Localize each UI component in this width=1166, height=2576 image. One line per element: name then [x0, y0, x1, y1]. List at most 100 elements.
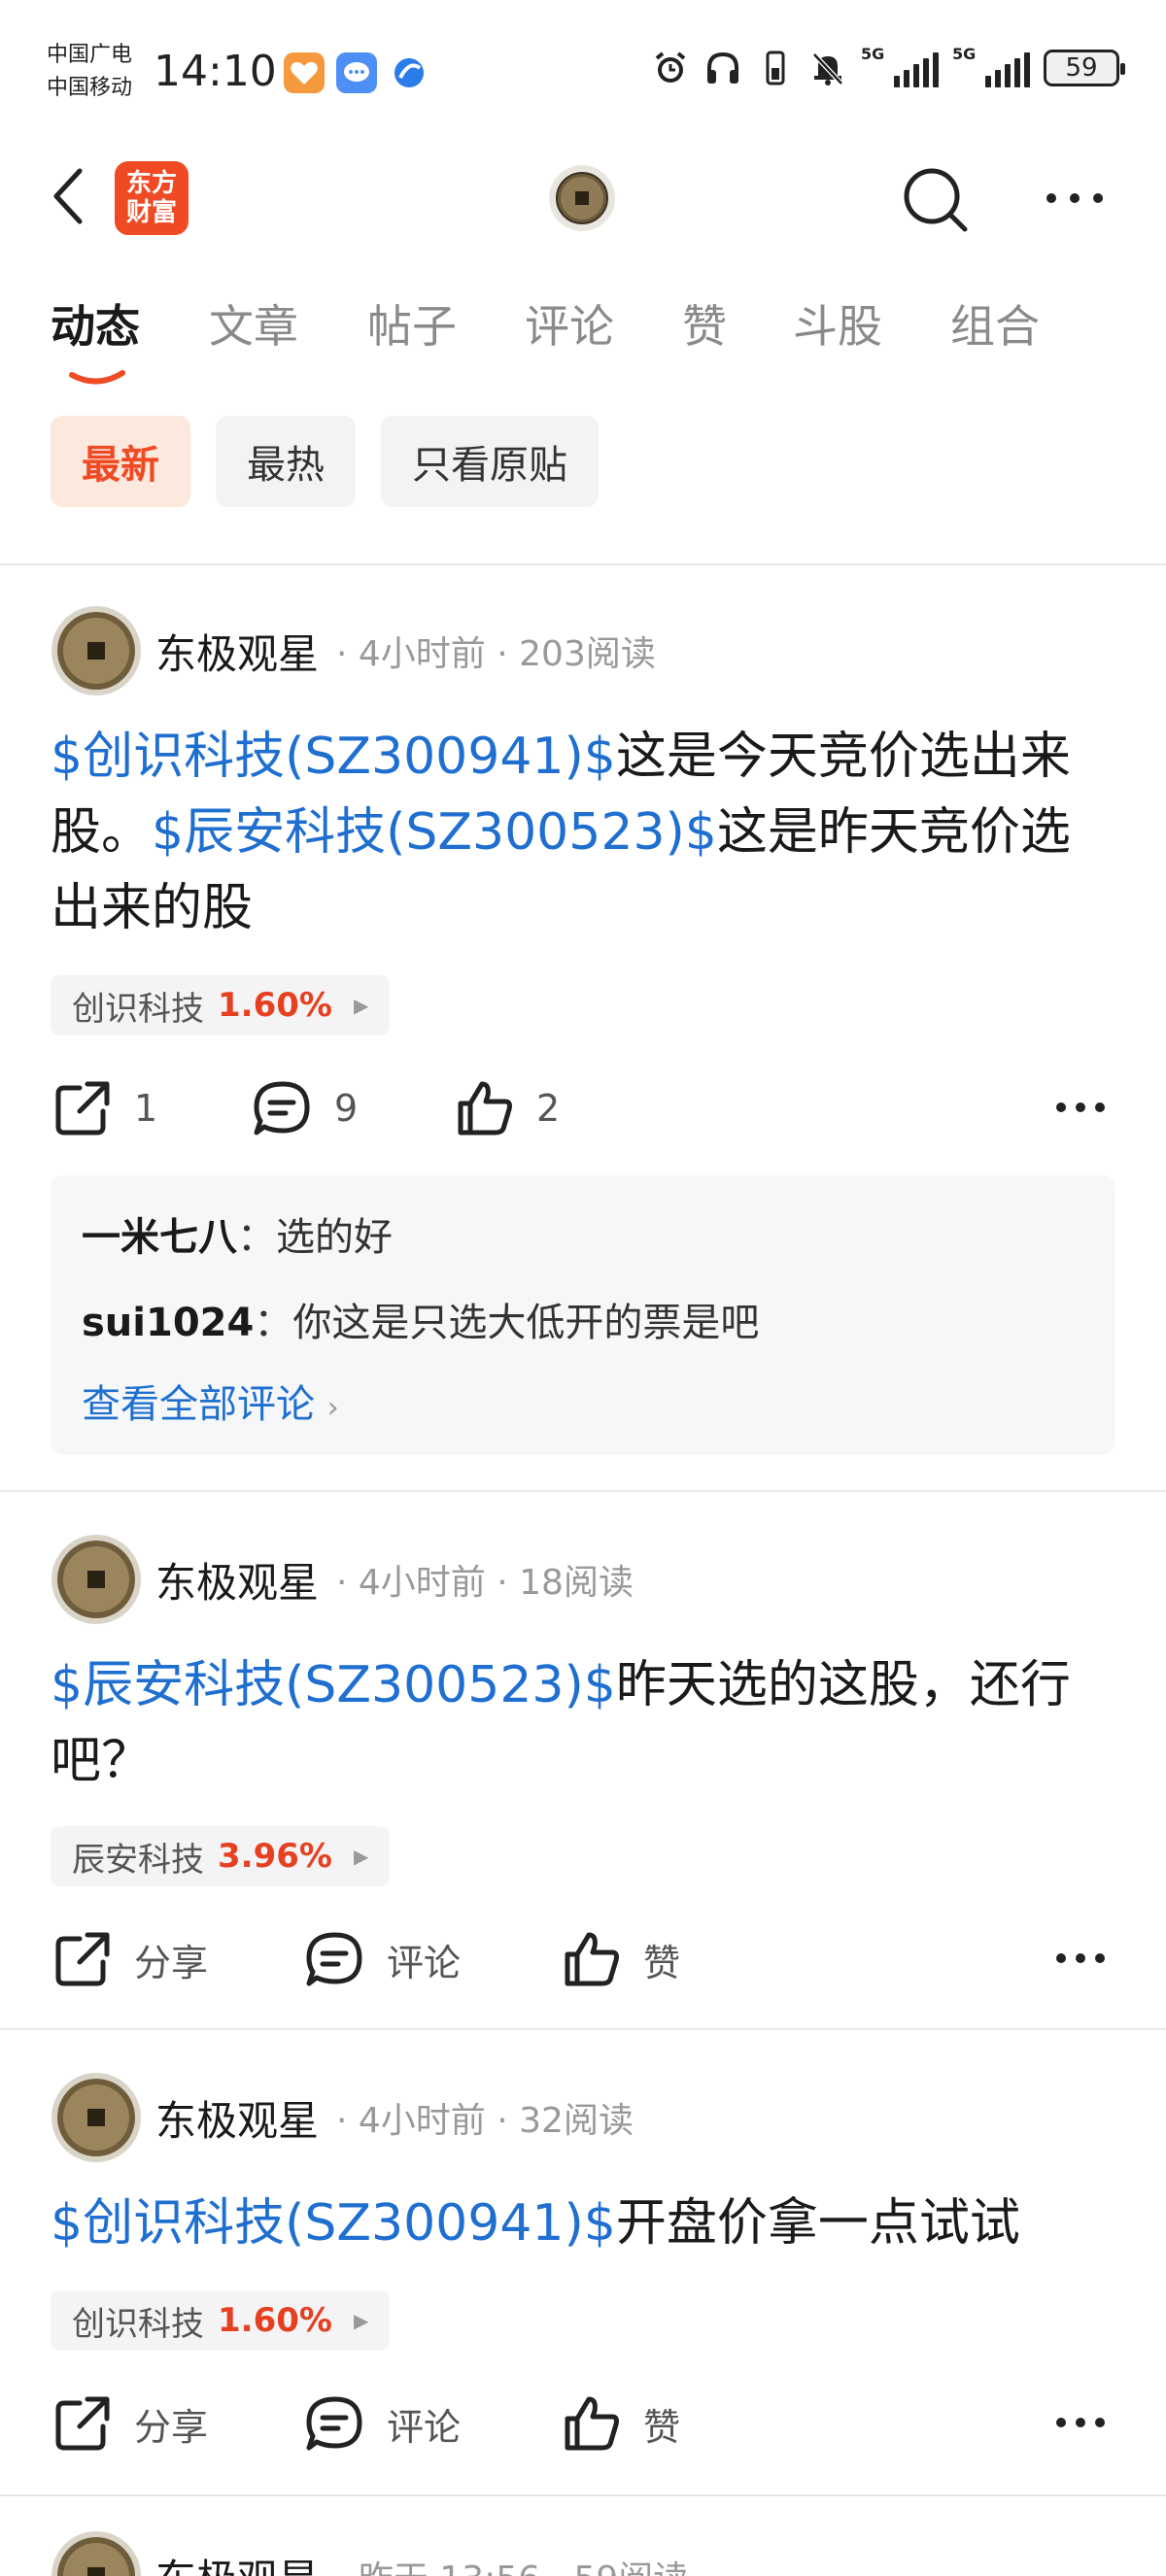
headphones-icon [707, 51, 738, 84]
play-arrow-icon: ▶ [353, 2309, 369, 2332]
play-arrow-icon: ▶ [353, 1845, 369, 1868]
post-card[interactable]: 东极观星 · 昨天 13:56 · 59阅读 [0, 2529, 1166, 2576]
signal-2-icon: 5G [952, 45, 1030, 87]
tab-posts[interactable]: 帖子 [367, 291, 457, 356]
stock-name: 创识科技 [72, 2304, 204, 2344]
post-card[interactable]: 东极观星 · 4小时前 · 18阅读 $辰安科技(SZ300523)$昨天选的这… [0, 1533, 1166, 1989]
comment-button[interactable]: 评论 [303, 2390, 461, 2457]
post-card[interactable]: 东极观星 · 4小时前 · 32阅读 $创识科技(SZ300941)$开盘价拿一… [0, 2071, 1166, 2451]
stock-link[interactable]: $辰安科技(SZ300523)$ [152, 803, 717, 862]
post-meta: · 4小时前 · 18阅读 [336, 1563, 634, 1603]
stock-quote-tag[interactable]: 创识科技 1.60% ▶ [51, 2290, 391, 2351]
tab-dougu[interactable]: 斗股 [793, 291, 882, 356]
thumbs-up-icon [565, 1932, 619, 1986]
stock-quote-tag[interactable]: 辰安科技 3.96% ▶ [51, 1826, 391, 1886]
filter-chips: 最新 最热 只看原贴 [51, 416, 599, 507]
top-nav: 东方 财富 [0, 146, 1166, 253]
comment-button[interactable]: 评论 [303, 1925, 461, 1993]
post-header: 东极观星 · 4小时前 · 203阅读 [51, 604, 656, 697]
post-card[interactable]: 东极观星 · 4小时前 · 203阅读 $创识科技(SZ300941)$这是今天… [0, 604, 1166, 1459]
like-button[interactable]: 赞 [560, 2390, 680, 2457]
divider [0, 2494, 1166, 2496]
active-tab-indicator [69, 370, 125, 385]
tab-comments[interactable]: 评论 [525, 291, 614, 356]
author-name[interactable]: 东极观星 [155, 2088, 319, 2148]
alarm-icon [655, 51, 686, 83]
carrier-1: 中国广电 [47, 43, 133, 67]
tab-likes[interactable]: 赞 [682, 291, 727, 356]
stock-name: 创识科技 [72, 989, 204, 1029]
share-icon [55, 1081, 110, 1135]
post-actions: 1 9 2 [51, 1074, 1115, 1142]
author-avatar[interactable] [51, 2530, 142, 2576]
tab-portfolio[interactable]: 组合 [950, 291, 1040, 356]
share-button[interactable]: 1 [51, 1074, 157, 1142]
see-all-comments-link[interactable]: 查看全部评论 › [82, 1366, 1084, 1447]
browser-app-icon [389, 52, 429, 93]
comment-item: sui1024：你这是只选大低开的票是吧 [82, 1301, 760, 1345]
thumbs-up-icon [565, 2396, 619, 2451]
post-meta: · 4小时前 · 203阅读 [336, 634, 656, 674]
post-content[interactable]: $创识科技(SZ300941)$开盘价拿一点试试 [51, 2186, 1119, 2261]
author-name[interactable]: 东极观星 [155, 622, 319, 681]
back-chevron-icon[interactable] [49, 165, 87, 227]
more-dots-icon[interactable] [1042, 175, 1108, 221]
more-dots-icon[interactable] [1053, 1084, 1108, 1131]
author-name[interactable]: 东极观星 [155, 1550, 319, 1610]
app-logo[interactable]: 东方 财富 [115, 161, 189, 235]
divider [0, 1490, 1166, 1492]
comment-icon [306, 2396, 362, 2451]
mute-bell-icon [812, 52, 843, 85]
more-dots-icon[interactable] [1053, 2399, 1108, 2446]
post-content[interactable]: $创识科技(SZ300941)$这是今天竞价选出来股。$辰安科技(SZ30052… [51, 719, 1119, 946]
post-header: 东极观星 · 4小时前 · 32阅读 [51, 2071, 634, 2164]
more-dots-icon[interactable] [1053, 1935, 1108, 1982]
post-meta: · 4小时前 · 32阅读 [336, 2101, 634, 2141]
carrier-info: 中国广电 中国移动 [47, 39, 132, 105]
author-name[interactable]: 东极观星 [155, 2547, 319, 2576]
play-arrow-icon: ▶ [353, 994, 369, 1017]
status-icons: 5G 5G 59 [651, 45, 1125, 87]
profile-tabs: 动态 文章 帖子 评论 赞 斗股 组合 [0, 291, 1166, 389]
tab-articles[interactable]: 文章 [209, 291, 298, 356]
author-avatar[interactable] [51, 2072, 142, 2163]
carrier-2: 中国移动 [47, 76, 133, 100]
author-avatar[interactable] [51, 1534, 142, 1625]
vibrate-icon [766, 51, 785, 85]
post-meta: · 昨天 13:56 · 59阅读 [336, 2551, 688, 2576]
status-bar: 中国广电 中国移动 14:10 5G 5G 59 [0, 0, 1166, 146]
message-app-icon [336, 52, 377, 93]
stock-link[interactable]: $辰安科技(SZ300523)$ [51, 1656, 616, 1714]
status-time: 14:10 [154, 47, 277, 96]
comments-preview[interactable]: 一米七八：选的好 sui1024：你这是只选大低开的票是吧 查看全部评论 › [51, 1175, 1115, 1455]
stock-quote-tag[interactable]: 创识科技 1.60% ▶ [51, 975, 391, 1035]
share-button[interactable]: 分享 [51, 1925, 208, 1993]
post-header: 东极观星 · 4小时前 · 18阅读 [51, 1533, 634, 1626]
post-actions: 分享 评论 赞 [51, 1925, 1115, 1993]
stock-change: 1.60% [218, 986, 332, 1025]
search-icon[interactable] [899, 163, 973, 237]
stock-name: 辰安科技 [72, 1840, 204, 1880]
user-avatar-coin-icon[interactable] [547, 163, 617, 233]
divider [0, 563, 1166, 565]
comment-icon [306, 1932, 362, 1986]
author-avatar[interactable] [51, 605, 142, 696]
tab-dynamic[interactable]: 动态 [51, 291, 140, 356]
stock-link[interactable]: $创识科技(SZ300941)$ [51, 728, 616, 786]
post-header: 东极观星 · 昨天 13:56 · 59阅读 [51, 2529, 688, 2576]
stock-change: 3.96% [218, 1837, 332, 1876]
filter-original-only[interactable]: 只看原贴 [381, 416, 599, 507]
post-content[interactable]: $辰安科技(SZ300523)$昨天选的这股，还行吧？ [51, 1647, 1119, 1799]
heart-app-icon [284, 52, 325, 93]
chevron-right-icon: › [326, 1391, 339, 1425]
stock-link[interactable]: $创识科技(SZ300941)$ [51, 2194, 616, 2253]
like-button[interactable]: 2 [453, 1074, 560, 1142]
post-actions: 分享 评论 赞 [51, 2390, 1115, 2457]
filter-hot[interactable]: 最热 [216, 416, 356, 507]
like-button[interactable]: 赞 [560, 1925, 680, 1993]
share-button[interactable]: 分享 [51, 2390, 208, 2457]
filter-latest[interactable]: 最新 [51, 416, 190, 507]
comment-icon [254, 1081, 310, 1135]
comment-button[interactable]: 9 [251, 1074, 358, 1142]
signal-1-icon: 5G [861, 45, 939, 87]
